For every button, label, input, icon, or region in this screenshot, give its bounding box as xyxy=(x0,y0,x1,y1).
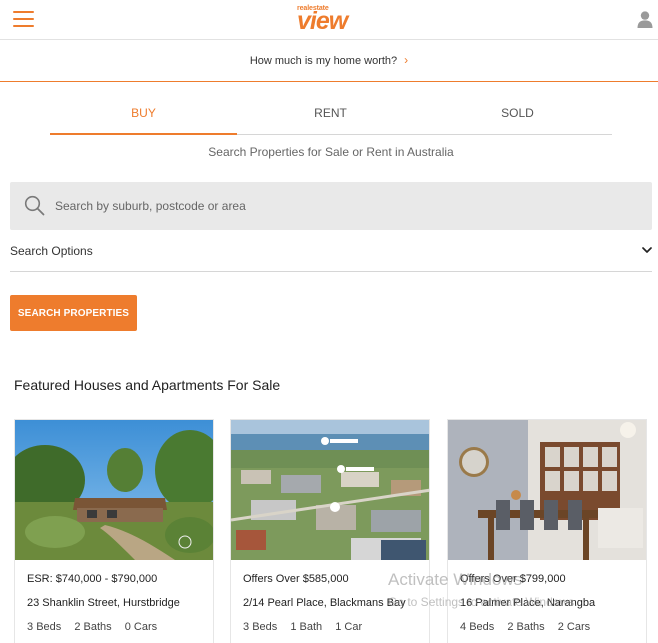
site-logo[interactable]: realestate view xyxy=(297,5,369,35)
car-count: 0 xyxy=(124,621,131,633)
listing-features: 4 Beds 2 Baths 2 Cars xyxy=(460,621,590,633)
hamburger-menu-icon[interactable] xyxy=(13,10,34,27)
bed-label: Beds xyxy=(36,621,62,633)
featured-heading: Featured Houses and Apartments For Sale xyxy=(14,377,281,393)
bath-label: Bath xyxy=(299,621,323,633)
car-label: Cars xyxy=(566,621,591,633)
logo-big-text: view xyxy=(297,7,348,35)
listing-photo xyxy=(231,420,429,560)
bath-count: 2 xyxy=(507,621,514,633)
top-header: realestate view xyxy=(0,0,658,40)
search-icon xyxy=(24,195,45,216)
listing-address: 16 Palmer Place, Narangba xyxy=(460,597,596,609)
car-label: Car xyxy=(344,621,363,633)
listing-card[interactable]: Offers Over $799,000 16 Palmer Place, Na… xyxy=(447,419,647,643)
search-tabs: BUY RENT SOLD xyxy=(50,98,612,135)
search-subtitle: Search Properties for Sale or Rent in Au… xyxy=(208,145,454,159)
listing-price: ESR: $740,000 - $790,000 xyxy=(27,573,158,585)
tab-sold[interactable]: SOLD xyxy=(424,98,611,135)
search-properties-button[interactable]: SEARCH PROPERTIES xyxy=(10,295,137,331)
listing-features: 3 Beds 1 Bath 1 Car xyxy=(243,621,362,633)
bath-count: 2 xyxy=(74,621,81,633)
search-options-label: Search Options xyxy=(10,244,93,258)
bed-label: Beds xyxy=(469,621,495,633)
bed-count: 3 xyxy=(27,621,34,633)
chevron-right-icon: › xyxy=(404,53,409,67)
bath-label: Baths xyxy=(83,621,112,633)
listing-card[interactable]: Offers Over $585,000 2/14 Pearl Place, B… xyxy=(230,419,430,643)
bed-count: 3 xyxy=(243,621,250,633)
listing-photo xyxy=(15,420,213,560)
chevron-down-icon xyxy=(642,247,652,253)
car-count: 1 xyxy=(335,621,342,633)
search-options-toggle[interactable]: Search Options xyxy=(10,232,652,272)
listing-address: 23 Shanklin Street, Hurstbridge xyxy=(27,597,180,609)
listing-price: Offers Over $585,000 xyxy=(243,573,349,585)
tab-rent[interactable]: RENT xyxy=(237,98,424,135)
home-worth-label: How much is my home worth? xyxy=(249,55,398,67)
search-input[interactable] xyxy=(55,182,635,230)
listing-card[interactable]: ESR: $740,000 - $790,000 23 Shanklin Str… xyxy=(14,419,214,643)
user-icon[interactable] xyxy=(637,11,653,28)
tab-buy[interactable]: BUY xyxy=(50,98,237,135)
car-label: Cars xyxy=(133,621,158,633)
bed-count: 4 xyxy=(460,621,467,633)
car-count: 2 xyxy=(557,621,564,633)
home-worth-bar: How much is my home worth? › xyxy=(0,40,658,82)
listing-features: 3 Beds 2 Baths 0 Cars xyxy=(27,621,157,633)
bed-label: Beds xyxy=(252,621,278,633)
search-box xyxy=(10,182,652,230)
bath-label: Baths xyxy=(516,621,545,633)
home-worth-link[interactable]: How much is my home worth? › xyxy=(250,53,408,67)
listing-price: Offers Over $799,000 xyxy=(460,573,566,585)
listing-address: 2/14 Pearl Place, Blackmans Bay xyxy=(243,597,406,609)
bath-count: 1 xyxy=(290,621,297,633)
listing-photo xyxy=(448,420,646,560)
